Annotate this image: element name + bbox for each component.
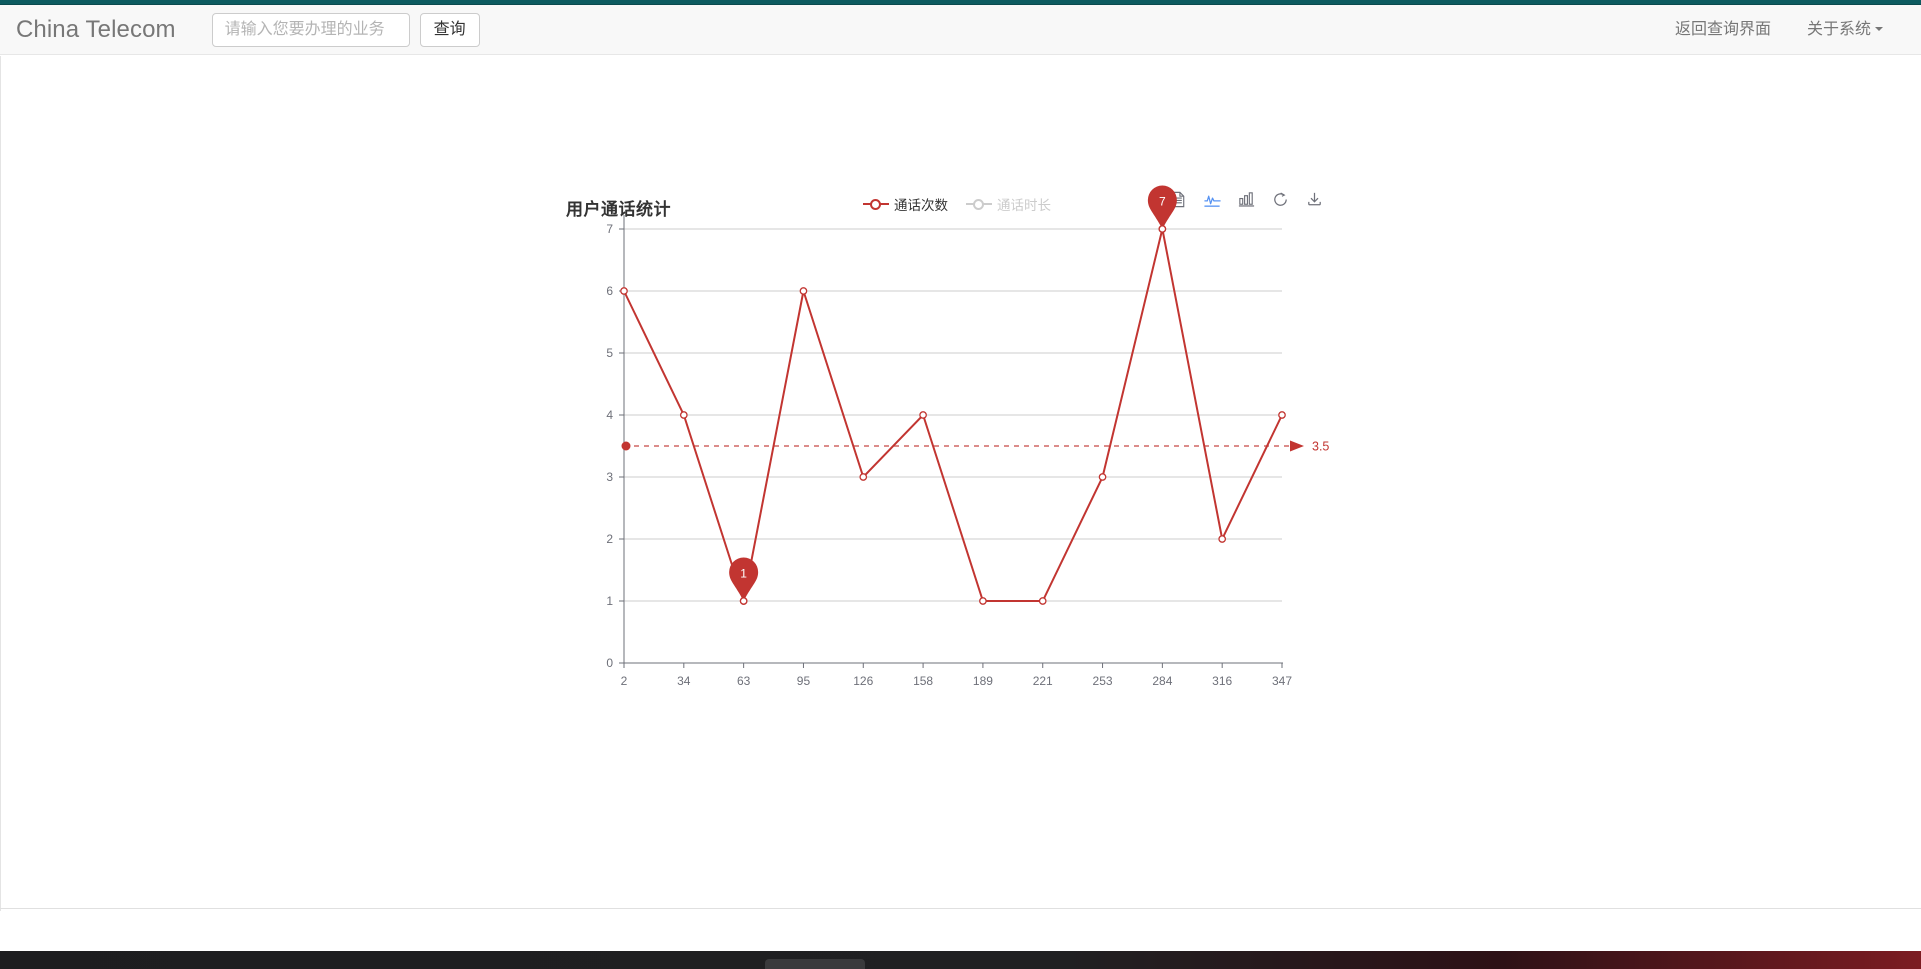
average-mark-arrow [1290, 440, 1304, 452]
series-data-point[interactable] [1038, 597, 1047, 605]
svg-text:1: 1 [740, 567, 747, 581]
search-input[interactable] [211, 12, 410, 47]
call-statistics-chart-card: 用户通话统计 通话次数 通话时长 0 1 2 3 4 5 6 7 2 34 63… [546, 181, 1346, 821]
x-axis-label: 253 [1093, 674, 1113, 688]
average-mark-start-dot [621, 441, 631, 451]
x-axis-label: 316 [1212, 674, 1232, 688]
y-axis-label: 7 [606, 222, 613, 236]
chart-plot-area[interactable]: 0 1 2 3 4 5 6 7 2 34 63 95 126 158 189 221 253 284 316 347 3… [546, 181, 1346, 821]
chevron-down-icon [1875, 27, 1883, 32]
series-data-point[interactable] [919, 411, 927, 419]
x-axis-label: 347 [1272, 674, 1292, 688]
nav-link-back-to-query-label: 返回查询界面 [1674, 20, 1771, 38]
x-axis-label: 158 [913, 674, 933, 688]
x-axis-label: 284 [1152, 674, 1172, 688]
page-content: 用户通话统计 通话次数 通话时长 0 1 2 3 4 5 6 7 2 34 63… [0, 56, 1921, 911]
series-data-point[interactable] [1278, 411, 1286, 419]
x-axis-label: 34 [677, 674, 691, 688]
svg-text:7: 7 [1159, 195, 1166, 209]
navbar-left-group: China Telecom 查询 [0, 12, 480, 47]
x-axis-label: 63 [737, 674, 751, 688]
y-axis-label: 5 [606, 346, 613, 360]
y-axis-label: 3 [606, 470, 613, 484]
average-mark-label: 3.5 [1312, 440, 1329, 454]
nav-link-about-system-label: 关于系统 [1806, 20, 1871, 38]
x-axis-label: 189 [973, 674, 993, 688]
service-search-form: 查询 [211, 12, 480, 47]
y-axis-label: 1 [606, 594, 613, 608]
search-submit-button[interactable]: 查询 [419, 12, 480, 47]
series-data-point[interactable] [1218, 535, 1227, 543]
mark-point-max[interactable]: 7 [1147, 185, 1177, 230]
navbar-right-group: 返回查询界面 关于系统 [1657, 5, 1921, 55]
series-data-point[interactable] [739, 597, 748, 605]
x-axis-label: 126 [853, 674, 873, 688]
os-taskbar-strip [0, 951, 1921, 969]
series-data-point[interactable] [979, 597, 987, 605]
x-axis-label: 95 [797, 674, 811, 688]
nav-link-back-to-query[interactable]: 返回查询界面 [1657, 5, 1789, 55]
brand-title[interactable]: China Telecom [16, 17, 191, 42]
y-axis-label: 2 [606, 532, 613, 546]
series-data-point[interactable] [620, 287, 628, 295]
series-data-point[interactable] [1098, 473, 1107, 481]
taskbar-window-nub [765, 959, 865, 969]
y-axis-label: 4 [606, 408, 613, 422]
y-axis-label: 0 [606, 656, 613, 670]
x-axis-label: 2 [621, 674, 628, 688]
series-data-point[interactable] [859, 473, 868, 481]
navbar: China Telecom 查询 返回查询界面 关于系统 [0, 5, 1921, 55]
x-axis-label: 221 [1033, 674, 1053, 688]
mark-point-min[interactable]: 1 [729, 557, 759, 602]
page-bottom-divider [0, 908, 1921, 909]
nav-link-about-system[interactable]: 关于系统 [1789, 5, 1901, 55]
y-axis-label: 6 [606, 284, 613, 298]
series-data-point[interactable] [679, 411, 688, 419]
series-data-point[interactable] [799, 287, 808, 295]
series-data-point[interactable] [1158, 225, 1167, 233]
